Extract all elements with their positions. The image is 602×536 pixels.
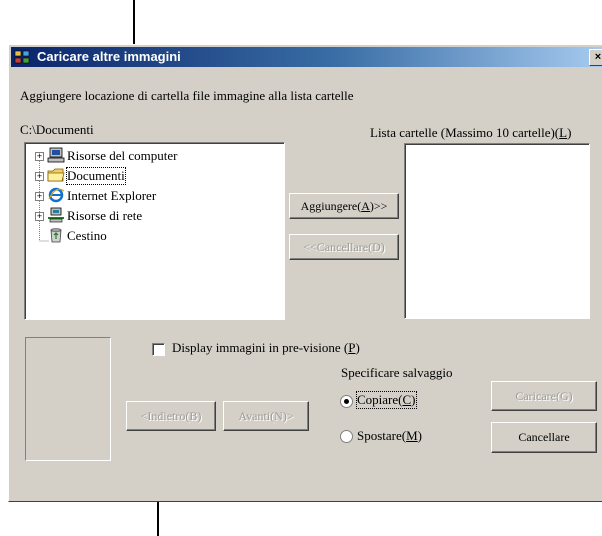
expand-icon[interactable]: + (35, 152, 44, 161)
current-path: C:\Documenti (20, 122, 94, 137)
recycle-bin-icon (50, 228, 62, 243)
folder-list-label: Lista cartelle (Massimo 10 cartelle)(L) (370, 125, 572, 140)
app-icon (14, 50, 30, 64)
computer-icon (47, 147, 65, 163)
instruction-text: Aggiungere locazione di cartella file im… (20, 88, 354, 103)
load-button[interactable]: Caricare(G) (491, 381, 597, 411)
image-preview (25, 337, 111, 461)
copy-radio-label[interactable]: Copiare(C) (356, 391, 417, 409)
tree-item-label: Risorse di rete (67, 208, 143, 223)
dialog-window: Caricare altre immagini × Aggiungere loc… (8, 44, 602, 502)
folder-list[interactable] (404, 143, 590, 319)
save-group-label: Specificare salvaggio (341, 365, 453, 380)
network-icon (48, 207, 64, 223)
remove-button[interactable]: <<Cancellare(D) (289, 234, 399, 260)
expand-icon[interactable]: + (35, 192, 44, 201)
close-button[interactable]: × (589, 49, 602, 66)
internet-explorer-icon (48, 187, 65, 203)
window-title: Caricare altre immagini (37, 49, 181, 64)
cancel-button[interactable]: Cancellare (491, 422, 597, 453)
tree-item-label: Risorse del computer (67, 148, 178, 163)
tree-item-label: Internet Explorer (67, 188, 157, 203)
folder-tree[interactable]: + Risorse del computer + Documenti + Int… (24, 142, 285, 320)
forward-button[interactable]: Avanti(N)> (223, 401, 309, 431)
preview-checkbox[interactable] (152, 343, 165, 356)
preview-checkbox-label[interactable]: Display immagini in pre-visione (P) (172, 340, 360, 356)
move-radio[interactable] (340, 430, 353, 443)
expand-icon[interactable]: + (35, 172, 44, 181)
radio-selected-dot (344, 399, 349, 404)
tree-item-label: Cestino (67, 228, 107, 243)
folder-icon (47, 168, 65, 182)
expand-icon[interactable]: + (35, 212, 44, 221)
back-button[interactable]: <Indietro(B) (126, 401, 216, 431)
move-radio-label[interactable]: Spostare(M) (357, 428, 422, 444)
tree-item-label: Documenti (66, 167, 126, 185)
add-button[interactable]: Aggiungere(A)>> (289, 193, 399, 219)
close-icon: × (594, 51, 602, 63)
title-bar[interactable]: Caricare altre immagini × (11, 47, 602, 67)
copy-radio[interactable] (340, 395, 353, 408)
